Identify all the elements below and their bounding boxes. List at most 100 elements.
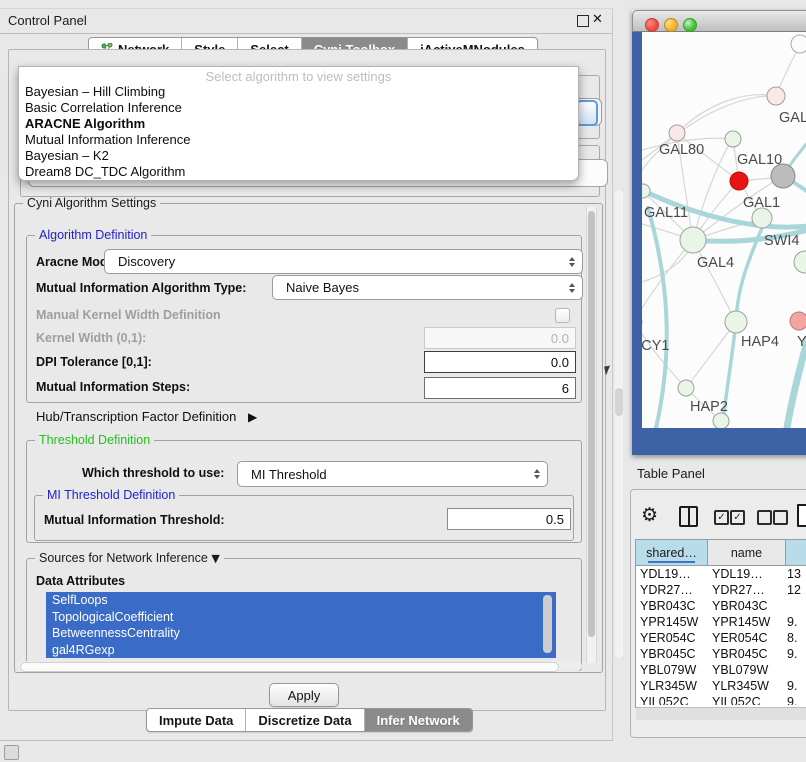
data-attribute-item-betweennesscentrality[interactable]: BetweennessCentrality bbox=[46, 625, 556, 642]
selected-column-indicator bbox=[648, 561, 695, 563]
settings-horizontal-scrollbar[interactable] bbox=[18, 661, 582, 671]
table-row-ybr043c[interactable]: YBR043CYBR043C bbox=[636, 598, 806, 614]
unchecked-checkbox-icon[interactable] bbox=[773, 510, 788, 525]
table-row-yer054c[interactable]: YER054CYER054C8. bbox=[636, 630, 806, 646]
table-row-ybr045c[interactable]: YBR045CYBR045C9. bbox=[636, 646, 806, 662]
algorithm-option-bayesian-k2[interactable]: Bayesian – K2 bbox=[25, 148, 109, 163]
zoom-window-button[interactable] bbox=[683, 18, 697, 32]
network-edge bbox=[787, 338, 806, 428]
table-cell: 12 bbox=[787, 582, 801, 598]
table-row-ypr145w[interactable]: YPR145WYPR145W9. bbox=[636, 614, 806, 630]
node-label: GAL11 bbox=[644, 205, 688, 221]
minimize-window-button[interactable] bbox=[664, 18, 678, 32]
table-header-row: shared… name bbox=[636, 540, 806, 565]
close-panel-button[interactable]: ✕ bbox=[592, 12, 603, 27]
settings-hscrollbar-thumb[interactable] bbox=[20, 662, 559, 672]
network-node-hap2[interactable] bbox=[678, 380, 694, 396]
algorithm-option-basic-correlation-inference[interactable]: Basic Correlation Inference bbox=[25, 100, 182, 115]
network-node-gal4[interactable] bbox=[680, 227, 706, 253]
dpi-tolerance-value: 0.0 bbox=[551, 355, 569, 370]
checked-checkbox-icon[interactable]: ✓ bbox=[714, 510, 729, 525]
network-node[interactable] bbox=[791, 35, 806, 53]
network-canvas[interactable]: GAL80GALGAL10GAL1SWI4GAL11GAL4GCY1HAP4YH… bbox=[642, 32, 806, 428]
which-threshold-value: MI Threshold bbox=[251, 467, 327, 482]
algorithm-definition-title: Algorithm Definition bbox=[35, 228, 151, 242]
hub-definition-expander[interactable]: Hub/Transcription Factor Definition ▶ bbox=[36, 409, 257, 424]
data-attribute-item-topologicalcoefficient[interactable]: TopologicalCoefficient bbox=[46, 609, 556, 626]
panel-divider-handle[interactable] bbox=[615, 388, 623, 416]
manual-kernel-width-label: Manual Kernel Width Definition bbox=[36, 308, 221, 322]
network-node-gal80[interactable] bbox=[669, 125, 685, 141]
table-row-ybl079w[interactable]: YBL079WYBL079W bbox=[636, 662, 806, 678]
network-node-gal[interactable] bbox=[767, 87, 785, 105]
which-threshold-combobox[interactable]: MI Threshold bbox=[237, 461, 548, 487]
new-table-icon[interactable] bbox=[797, 504, 806, 527]
unchecked-checkbox-icon[interactable] bbox=[757, 510, 772, 525]
network-node[interactable] bbox=[794, 251, 806, 273]
data-attribute-item-gal4rgexp[interactable]: gal4RGexp bbox=[46, 642, 556, 659]
network-node-gal10[interactable] bbox=[725, 131, 741, 147]
sources-title-text: Sources for Network Inference bbox=[39, 551, 208, 565]
data-attributes-list[interactable]: SelfLoopsTopologicalCoefficientBetweenne… bbox=[46, 592, 556, 659]
table-cell: YDL19… bbox=[712, 566, 763, 582]
table-cell: YBR043C bbox=[712, 598, 768, 614]
tab-discretize-data[interactable]: Discretize Data bbox=[246, 709, 364, 731]
sources-group-title: Sources for Network Inference ▼ bbox=[35, 551, 224, 565]
panel-divider[interactable] bbox=[615, 190, 623, 658]
algorithm-option-bayesian-hill-climbing[interactable]: Bayesian – Hill Climbing bbox=[25, 84, 165, 99]
collapsed-panel-icon[interactable] bbox=[4, 745, 19, 760]
algorithm-option-aracne-algorithm[interactable]: ARACNE Algorithm bbox=[25, 116, 145, 131]
node-label: GAL80 bbox=[659, 142, 704, 158]
settings-vertical-scrollbar[interactable] bbox=[586, 207, 597, 663]
algorithm-combobox-button[interactable] bbox=[576, 100, 598, 126]
column-header-shared[interactable]: shared… bbox=[636, 540, 708, 566]
table-row-yil052c[interactable]: YIL052CYIL052C9. bbox=[636, 694, 806, 705]
mi-threshold-field[interactable]: 0.5 bbox=[447, 508, 571, 530]
table-cell: YBL079W bbox=[712, 662, 768, 678]
column-header-label: name bbox=[731, 546, 762, 560]
apply-button[interactable]: Apply bbox=[269, 683, 339, 707]
network-node-swi4[interactable] bbox=[752, 208, 772, 228]
node-label: GAL bbox=[779, 110, 806, 126]
dpi-tolerance-field[interactable]: 0.0 bbox=[424, 351, 576, 373]
tab-impute-data[interactable]: Impute Data bbox=[147, 709, 246, 731]
algorithm-option-mutual-information-inference[interactable]: Mutual Information Inference bbox=[25, 132, 190, 147]
network-node-gal1[interactable] bbox=[730, 172, 748, 190]
table-horizontal-scrollbar[interactable] bbox=[636, 707, 806, 720]
table-row-ylr345w[interactable]: YLR345WYLR345W9. bbox=[636, 678, 806, 694]
table-cell: YIL052C bbox=[640, 694, 689, 705]
mi-steps-field[interactable]: 6 bbox=[424, 377, 576, 399]
table-body: YDL19…YDL19…13YDR27…YDR27…12YBR043CYBR04… bbox=[636, 566, 806, 705]
table-row-ydl19[interactable]: YDL19…YDL19…13 bbox=[636, 566, 806, 582]
tab-infer-network[interactable]: Infer Network bbox=[365, 709, 472, 731]
table-cell: 9. bbox=[787, 646, 797, 662]
table-cell: YPR145W bbox=[712, 614, 770, 630]
float-window-button[interactable] bbox=[577, 15, 589, 27]
settings-scrollbar-thumb[interactable] bbox=[588, 211, 595, 637]
table-cell: YLR345W bbox=[712, 678, 769, 694]
checked-checkbox-icon[interactable]: ✓ bbox=[730, 510, 745, 525]
network-window-titlebar[interactable] bbox=[632, 10, 806, 32]
data-attribute-item-selfloops[interactable]: SelfLoops bbox=[46, 592, 556, 609]
mi-algorithm-type-combobox[interactable]: Naive Bayes bbox=[272, 275, 583, 300]
stepper-arrows-icon bbox=[569, 283, 575, 293]
table-cell: YLR345W bbox=[640, 678, 697, 694]
close-window-button[interactable] bbox=[645, 18, 659, 32]
table-cell: 9. bbox=[787, 614, 797, 630]
table-row-ydr27[interactable]: YDR27…YDR27…12 bbox=[636, 582, 806, 598]
manual-kernel-width-checkbox[interactable] bbox=[555, 308, 570, 323]
table-cell: 9. bbox=[787, 694, 797, 705]
attributes-list-scrollbar-thumb[interactable] bbox=[543, 595, 552, 653]
expander-down-arrow-icon[interactable]: ▼ bbox=[211, 552, 219, 565]
tab-label: Infer Network bbox=[377, 713, 460, 728]
algorithm-option-dream8-dc-tdc-algorithm[interactable]: Dream8 DC_TDC Algorithm bbox=[25, 164, 185, 179]
aracne-mode-combobox[interactable]: Discovery bbox=[104, 249, 583, 274]
column-layout-icon[interactable] bbox=[679, 506, 698, 527]
network-node[interactable] bbox=[713, 413, 729, 428]
network-node-hap4[interactable] bbox=[725, 311, 747, 333]
gear-icon[interactable]: ⚙ bbox=[641, 504, 658, 526]
network-node-y[interactable] bbox=[790, 312, 806, 330]
table-cell: YDL19… bbox=[640, 566, 691, 582]
column-header-name[interactable]: name bbox=[708, 540, 786, 566]
column-header-2[interactable] bbox=[786, 540, 806, 566]
